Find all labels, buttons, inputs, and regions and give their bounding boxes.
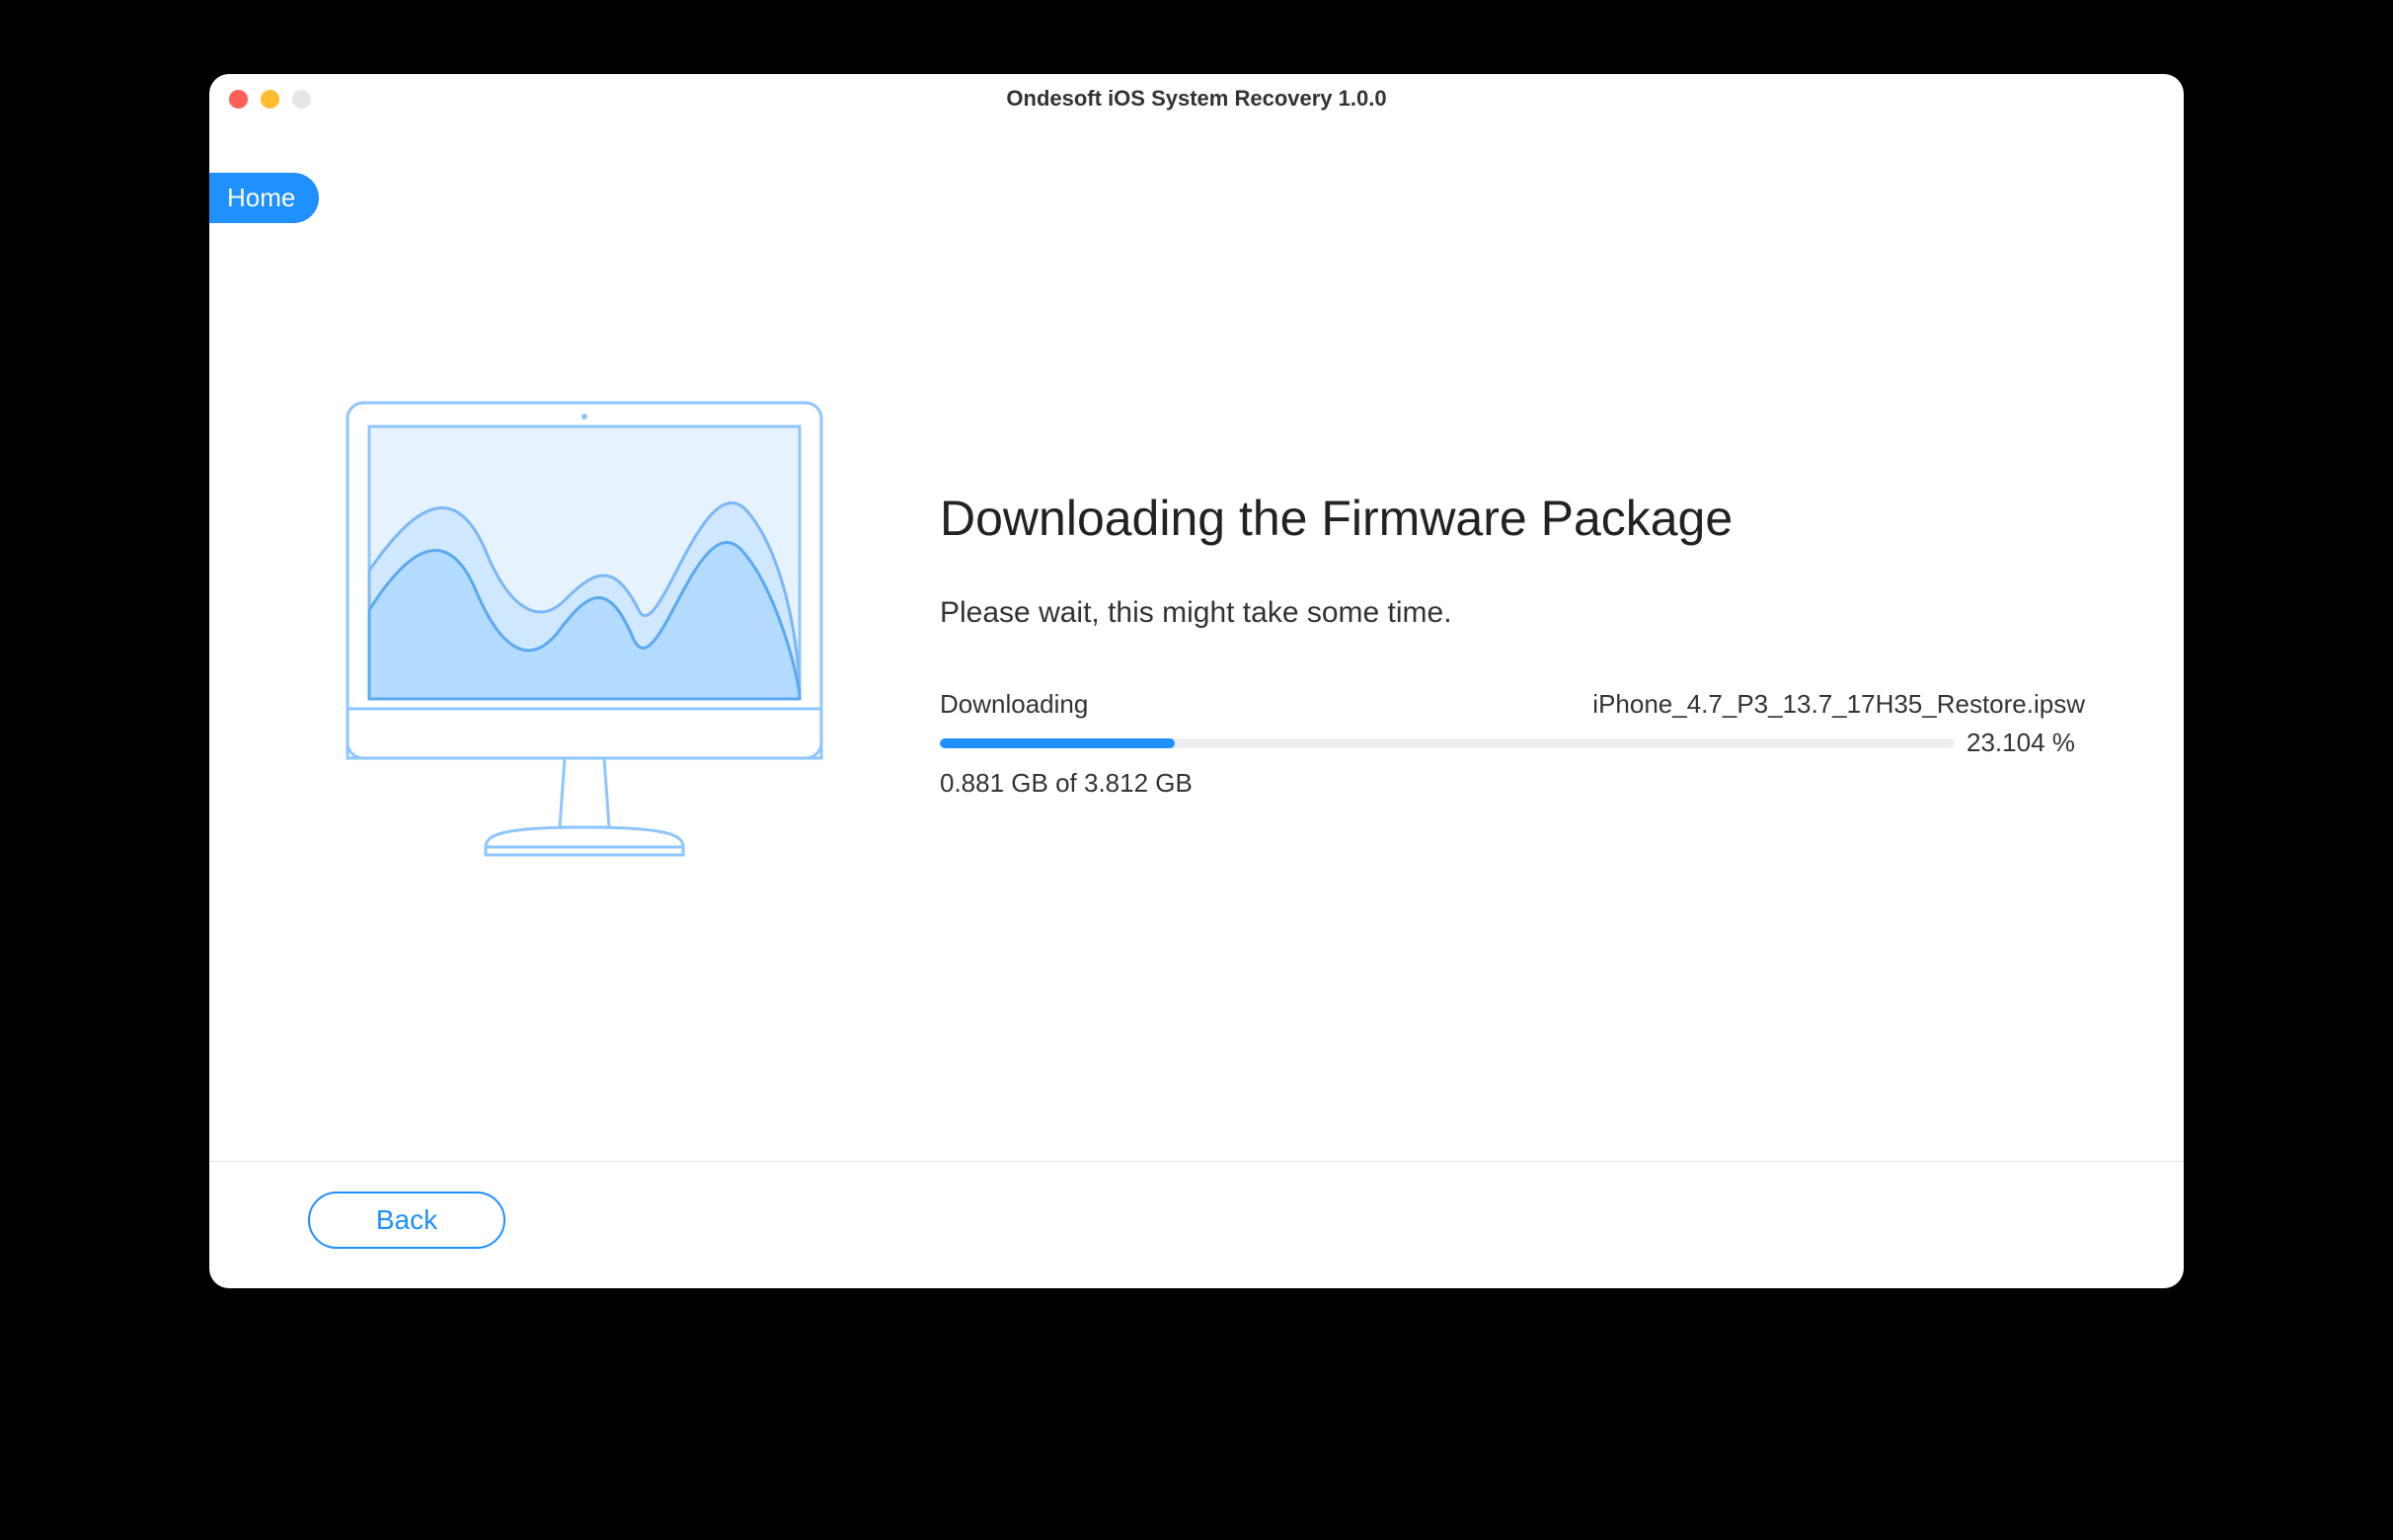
download-panel: Downloading the Firmware Package Please … xyxy=(940,480,2085,799)
footer: Back xyxy=(209,1161,2184,1288)
progress-bar xyxy=(940,738,1955,748)
imac-illustration xyxy=(308,383,861,896)
download-filename: iPhone_4.7_P3_13.7_17H35_Restore.ipsw xyxy=(1592,689,2085,720)
computer-icon xyxy=(308,383,861,896)
progress-percent: 23.104 % xyxy=(1967,728,2085,758)
back-button[interactable]: Back xyxy=(308,1192,505,1249)
titlebar: Ondesoft iOS System Recovery 1.0.0 xyxy=(209,74,2184,117)
download-size: 0.881 GB of 3.812 GB xyxy=(940,768,2085,799)
page-heading: Downloading the Firmware Package xyxy=(940,490,2085,547)
progress-row: 23.104 % xyxy=(940,728,2085,758)
close-window-button[interactable] xyxy=(229,90,248,109)
traffic-lights xyxy=(229,90,311,109)
main-content: Downloading the Firmware Package Please … xyxy=(209,117,2184,1161)
progress-fill xyxy=(940,738,1175,748)
window-title: Ondesoft iOS System Recovery 1.0.0 xyxy=(227,86,2166,112)
download-info-row: Downloading iPhone_4.7_P3_13.7_17H35_Res… xyxy=(940,689,2085,720)
minimize-window-button[interactable] xyxy=(261,90,279,109)
app-window: Ondesoft iOS System Recovery 1.0.0 Home xyxy=(209,74,2184,1288)
home-button[interactable]: Home xyxy=(209,173,319,223)
page-subtitle: Please wait, this might take some time. xyxy=(940,596,2085,630)
maximize-window-button[interactable] xyxy=(292,90,311,109)
download-status-label: Downloading xyxy=(940,689,1088,720)
